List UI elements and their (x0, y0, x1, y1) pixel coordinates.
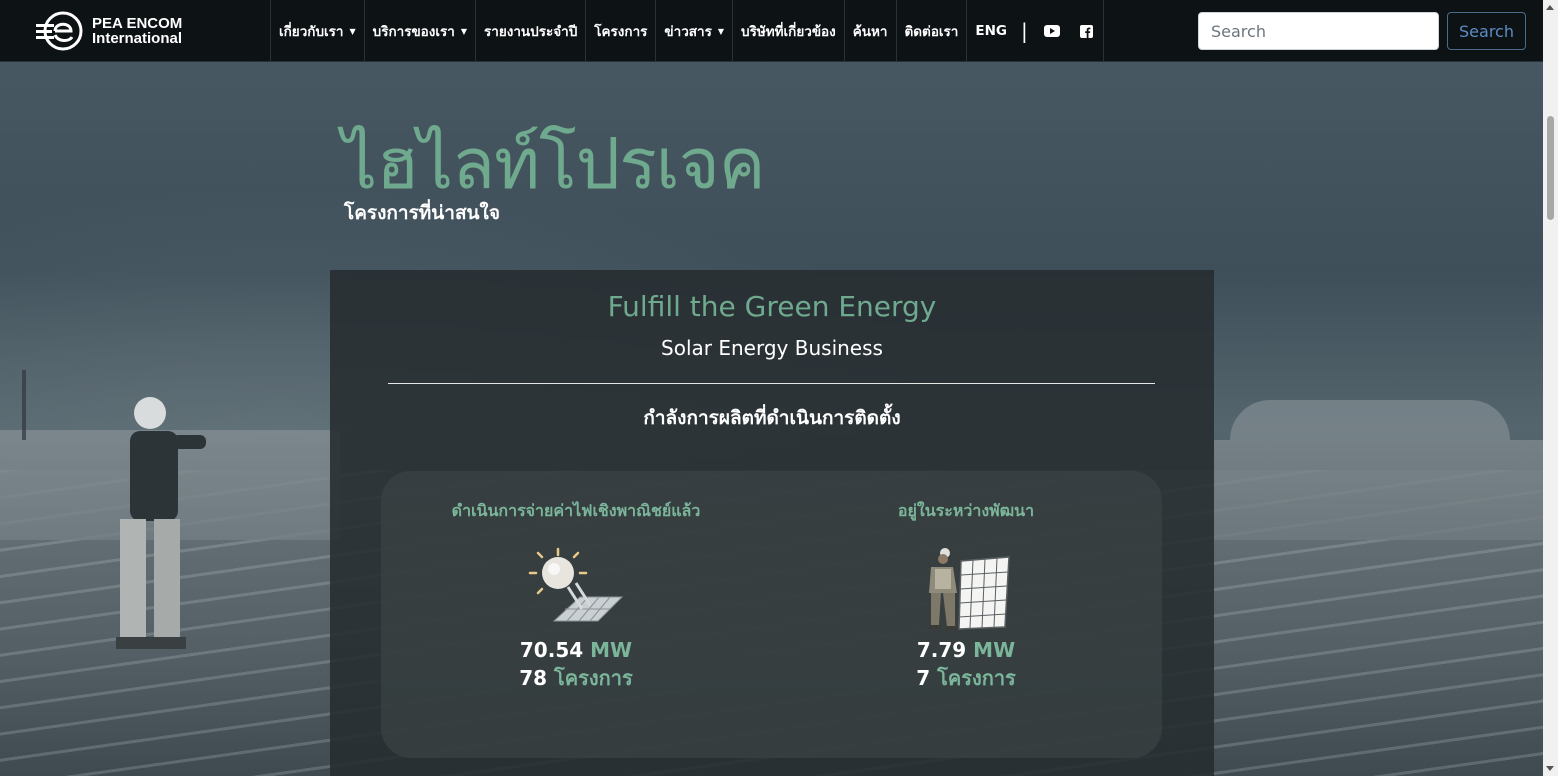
nav-item-label: ติดต่อเรา (904, 24, 959, 40)
nav-item-projects[interactable]: โครงการ (585, 0, 655, 62)
stat-projects-unit: โครงการ (937, 666, 1016, 690)
brand-name-line2: International (92, 30, 183, 47)
caret-down-icon: ▼ (460, 26, 467, 36)
stat-capacity-value: 70.54 (519, 638, 584, 662)
caret-down-icon: ▼ (717, 26, 725, 36)
brand-logo[interactable]: PEA ENCOM International (36, 10, 182, 52)
nav-item-label: รายงานประจำปี (483, 24, 578, 40)
nav-item-label: บริการของเรา (372, 24, 455, 40)
background-pylon (22, 370, 26, 440)
capacity-heading: กำลังการผลิตที่ดำเนินการติดตั้ง (643, 407, 901, 429)
stat-projects-unit: โครงการ (554, 666, 633, 690)
stat-capacity-value: 7.79 (916, 638, 967, 662)
stat-capacity-unit: MW (590, 638, 633, 662)
nav-item-about[interactable]: เกี่ยวกับเรา ▼ (270, 0, 364, 62)
stat-label: ดำเนินการจ่ายค่าไฟเชิงพาณิชย์แล้ว (451, 501, 701, 520)
search-input[interactable] (1198, 12, 1439, 50)
stat-projects: 7 โครงการ (771, 662, 1161, 694)
worker-installing-panel-icon (927, 548, 1010, 630)
page: PEA ENCOM International เกี่ยวกับเรา ▼ บ… (0, 0, 1558, 776)
nav-item-contact[interactable]: ติดต่อเรา (895, 0, 967, 62)
nav-item-related-companies[interactable]: บริษัทที่เกี่ยวข้อง (732, 0, 844, 62)
brand-name: PEA ENCOM International (92, 16, 182, 46)
stat-capacity: 70.54 MW (381, 638, 771, 662)
page-scrollbar[interactable] (1543, 0, 1558, 776)
solar-panel-sun-icon (528, 547, 624, 622)
nav-item-label: โครงการ (594, 24, 648, 40)
nav-item-label: เกี่ยวกับเรา (279, 24, 344, 40)
nav-separator: | (1020, 19, 1028, 43)
card-subtitle: Solar Energy Business (661, 336, 883, 360)
stat-projects-count: 78 (519, 666, 548, 690)
pea-encom-logo-icon (36, 11, 83, 51)
stat-capacity: 7.79 MW (771, 638, 1161, 662)
nav-item-language[interactable]: ENG (966, 0, 1015, 62)
stat-capacity-unit: MW (973, 638, 1016, 662)
nav-item-label: บริษัทที่เกี่ยวข้อง (741, 24, 836, 40)
youtube-icon[interactable] (1034, 0, 1070, 62)
card-title: Fulfill the Green Energy (607, 290, 937, 323)
caret-down-icon: ▼ (349, 26, 356, 36)
card-divider (388, 383, 1155, 384)
scroll-down-arrow-icon[interactable] (1546, 766, 1554, 771)
search-button[interactable]: Search (1447, 12, 1526, 50)
nav-item-search[interactable]: ค้นหา (843, 0, 896, 62)
background-wall-right (1214, 440, 1558, 540)
nav-item-label: ค้นหา (852, 24, 888, 40)
scroll-up-arrow-icon[interactable] (1546, 5, 1554, 10)
brand-name-line1: PEA ENCOM (92, 15, 183, 32)
facebook-icon[interactable] (1070, 0, 1104, 62)
nav-menu: เกี่ยวกับเรา ▼ บริการของเรา ▼ รายงานประจ… (270, 0, 1104, 62)
stats-panel: ดำเนินการจ่ายค่าไฟเชิงพาณิชย์แล้ว 70.54 … (381, 471, 1162, 758)
nav-item-annual-report[interactable]: รายงานประจำปี (474, 0, 585, 62)
scrollbar-thumb[interactable] (1547, 116, 1554, 220)
top-navbar: PEA ENCOM International เกี่ยวกับเรา ▼ บ… (0, 0, 1543, 62)
nav-item-services[interactable]: บริการของเรา ▼ (363, 0, 475, 62)
nav-item-label: ข่าวสาร (664, 24, 712, 40)
background-building (1230, 400, 1510, 440)
stat-commercial-operation: ดำเนินการจ่ายค่าไฟเชิงพาณิชย์แล้ว 70.54 … (381, 471, 771, 758)
stat-label: อยู่ในระหว่างพัฒนา (897, 501, 1035, 520)
background-worker (116, 397, 206, 649)
page-subtitle: โครงการที่น่าสนใจ (344, 202, 500, 224)
nav-item-news[interactable]: ข่าวสาร ▼ (655, 0, 732, 62)
stat-projects: 78 โครงการ (381, 662, 771, 694)
stat-projects-count: 7 (916, 666, 931, 690)
stat-under-development: อยู่ในระหว่างพัฒนา 7.79 MW 7 โครงการ (771, 471, 1161, 758)
nav-item-label: ENG (975, 23, 1007, 39)
